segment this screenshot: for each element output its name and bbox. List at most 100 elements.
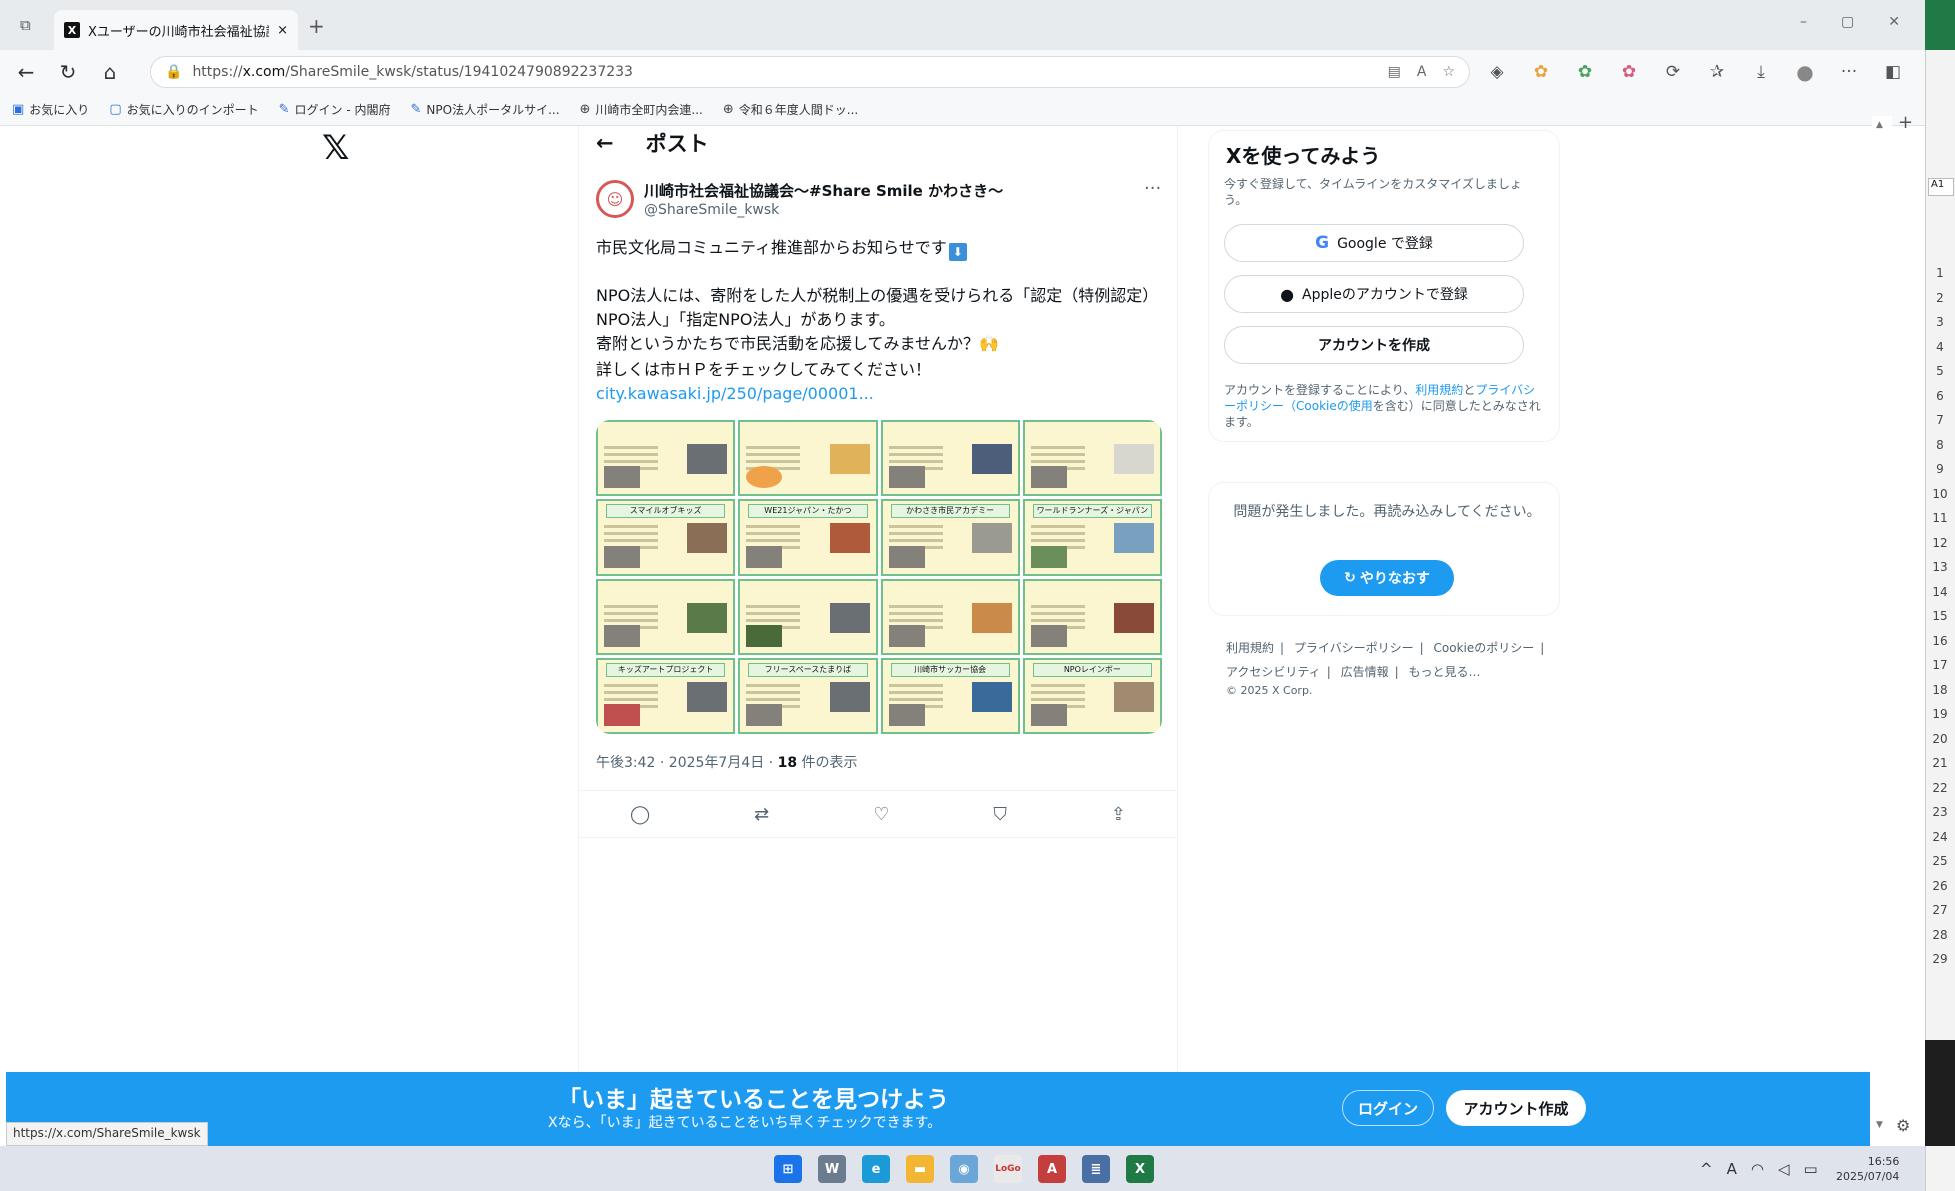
post-image[interactable]: スマイルオブキッズ WE21ジャパン・たかつ かわさき市民アカデミー ワールドラ… xyxy=(596,420,1162,734)
excel-row-number[interactable]: 16 xyxy=(1928,634,1952,648)
excel-row-number[interactable]: 1 xyxy=(1928,266,1952,280)
settings-gear-icon[interactable]: ⚙ xyxy=(1896,1116,1910,1135)
excel-row-number[interactable]: 28 xyxy=(1928,928,1952,942)
extension-icon[interactable]: ✿ xyxy=(1570,57,1600,87)
create-account-button[interactable]: アカウントを作成 xyxy=(1224,326,1524,364)
home-icon[interactable]: ⌂ xyxy=(94,56,126,88)
volume-icon[interactable]: ◁ xyxy=(1778,1160,1790,1178)
profile-avatar-icon[interactable]: ● xyxy=(1790,57,1820,87)
ime-icon[interactable]: A xyxy=(1727,1160,1737,1178)
file-explorer-icon[interactable]: ▬ xyxy=(906,1155,934,1183)
x-logo-icon[interactable]: 𝕏 xyxy=(322,128,349,168)
back-arrow-icon[interactable]: ← xyxy=(596,131,614,155)
extension-icon[interactable]: ✿ xyxy=(1526,57,1556,87)
page-scrollbar[interactable]: ▲ ▼ xyxy=(1872,116,1892,1140)
refresh-icon[interactable]: ↻ xyxy=(52,56,84,88)
login-button[interactable]: ログイン xyxy=(1342,1090,1434,1126)
excel-row-number[interactable]: 11 xyxy=(1928,511,1952,525)
bookmark-item[interactable]: ▣ お気に入り xyxy=(12,101,89,118)
excel-row-number[interactable]: 2 xyxy=(1928,291,1952,305)
reply-icon[interactable]: ◯ xyxy=(630,804,650,825)
favorite-star-icon[interactable]: ☆ xyxy=(1442,64,1455,80)
bookmark-item[interactable]: ▢ お気に入りのインポート xyxy=(109,101,258,118)
footer-link[interactable]: プライバシーポリシー xyxy=(1294,641,1414,655)
author-name[interactable]: 川崎市社会福祉協議会〜#Share Smile かわさき〜 xyxy=(644,180,1003,201)
extension-icon[interactable]: ✿ xyxy=(1614,57,1644,87)
excel-row-number[interactable]: 21 xyxy=(1928,756,1952,770)
repost-icon[interactable]: ⇄ xyxy=(754,804,769,825)
excel-row-number[interactable]: 19 xyxy=(1928,707,1952,721)
notepad-icon[interactable]: ≣ xyxy=(1082,1155,1110,1183)
excel-row-number[interactable]: 7 xyxy=(1928,413,1952,427)
excel-row-number[interactable]: 18 xyxy=(1928,683,1952,697)
excel-row-number[interactable]: 25 xyxy=(1928,854,1952,868)
scroll-up-icon[interactable]: ▲ xyxy=(1876,120,1883,130)
wifi-icon[interactable]: ◠ xyxy=(1751,1160,1764,1178)
excel-row-number[interactable]: 14 xyxy=(1928,585,1952,599)
url-bar[interactable]: 🔒 https://x.com/ShareSmile_kwsk/status/1… xyxy=(150,56,1470,88)
downloads-icon[interactable]: ⤓ xyxy=(1746,57,1776,87)
chevron-up-icon[interactable]: ^ xyxy=(1700,1160,1713,1178)
excel-row-number[interactable]: 22 xyxy=(1928,781,1952,795)
bookmark-icon[interactable]: ⛉ xyxy=(993,804,1007,825)
excel-row-number[interactable]: 15 xyxy=(1928,609,1952,623)
battery-icon[interactable]: ▭ xyxy=(1803,1160,1817,1178)
favorites-icon[interactable]: ✰ xyxy=(1702,57,1732,87)
start-windows-icon[interactable]: ⊞ xyxy=(774,1155,802,1183)
excel-row-number[interactable]: 13 xyxy=(1928,560,1952,574)
app-icon[interactable]: W xyxy=(818,1155,846,1183)
workspaces-icon[interactable]: ⧉ xyxy=(20,16,31,34)
excel-row-number[interactable]: 23 xyxy=(1928,805,1952,819)
close-window-icon[interactable]: ✕ xyxy=(1888,14,1900,30)
app-icon[interactable]: ◉ xyxy=(950,1155,978,1183)
excel-row-number[interactable]: 26 xyxy=(1928,879,1952,893)
excel-row-number[interactable]: 27 xyxy=(1928,903,1952,917)
excel-cell-reference[interactable]: A1 xyxy=(1928,178,1954,196)
bookmark-item[interactable]: ⊕ 川崎市全町内会連... xyxy=(580,101,703,118)
edge-browser-icon[interactable]: e xyxy=(862,1155,890,1183)
browser-tab[interactable]: X Xユーザーの川崎市社会福祉協議会 × xyxy=(54,10,298,50)
scroll-down-icon[interactable]: ▼ xyxy=(1876,1120,1883,1130)
author-handle[interactable]: @ShareSmile_kwsk xyxy=(644,202,779,218)
apple-signup-button[interactable]: ● Appleのアカウントで登録 xyxy=(1224,275,1524,313)
footer-link[interactable]: アクセシビリティ xyxy=(1226,665,1321,679)
footer-link[interactable]: もっと見る… xyxy=(1408,665,1480,679)
extension-icon[interactable]: ◈ xyxy=(1482,57,1512,87)
share-icon[interactable]: ⇪ xyxy=(1111,804,1126,825)
new-tab-button[interactable]: + xyxy=(308,14,325,38)
acrobat-icon[interactable]: A xyxy=(1038,1155,1066,1183)
excel-row-number[interactable]: 9 xyxy=(1928,462,1952,476)
app-icon[interactable]: LoGo xyxy=(994,1155,1022,1183)
bookmark-item[interactable]: ⊕ 令和６年度人間ドッ... xyxy=(723,101,858,118)
more-options-icon[interactable]: ··· xyxy=(1144,178,1161,199)
retry-button[interactable]: ↻ やりなおす xyxy=(1320,560,1454,596)
like-heart-icon[interactable]: ♡ xyxy=(873,804,889,825)
excel-row-number[interactable]: 4 xyxy=(1928,340,1952,354)
excel-icon[interactable]: X xyxy=(1126,1155,1154,1183)
footer-link[interactable]: 広告情報 xyxy=(1341,665,1389,679)
excel-row-number[interactable]: 12 xyxy=(1928,536,1952,550)
more-menu-icon[interactable]: ··· xyxy=(1834,57,1864,87)
minimize-icon[interactable]: – xyxy=(1800,14,1807,30)
excel-row-number[interactable]: 10 xyxy=(1928,487,1952,501)
read-aloud-icon[interactable]: A xyxy=(1417,64,1427,80)
excel-row-number[interactable]: 29 xyxy=(1928,952,1952,966)
excel-row-number[interactable]: 8 xyxy=(1928,438,1952,452)
taskbar-clock[interactable]: 16:56 2025/07/04 xyxy=(1836,1154,1899,1184)
bookmark-item[interactable]: ✎ ログイン - 内閣府 xyxy=(279,101,391,118)
sidebar-toggle-icon[interactable]: ◧ xyxy=(1878,57,1908,87)
sidebar-add-icon[interactable]: + xyxy=(1898,112,1913,133)
create-account-banner-button[interactable]: アカウント作成 xyxy=(1446,1090,1586,1126)
tab-close-button[interactable]: × xyxy=(277,23,288,38)
extensions-puzzle-icon[interactable]: ⟳ xyxy=(1658,57,1688,87)
excel-row-number[interactable]: 5 xyxy=(1928,364,1952,378)
bookmark-item[interactable]: ✎ NPO法人ポータルサイ... xyxy=(411,101,560,118)
back-icon[interactable]: ← xyxy=(10,56,42,88)
terms-link[interactable]: 利用規約 xyxy=(1415,383,1463,397)
footer-link[interactable]: Cookieのポリシー xyxy=(1434,641,1535,655)
excel-row-number[interactable]: 20 xyxy=(1928,732,1952,746)
post-link[interactable]: city.kawasaki.jp/250/page/00001... xyxy=(596,384,874,403)
footer-link[interactable]: 利用規約 xyxy=(1226,641,1274,655)
reader-view-icon[interactable]: ▤ xyxy=(1388,64,1401,80)
restore-icon[interactable]: ▢ xyxy=(1841,14,1854,30)
